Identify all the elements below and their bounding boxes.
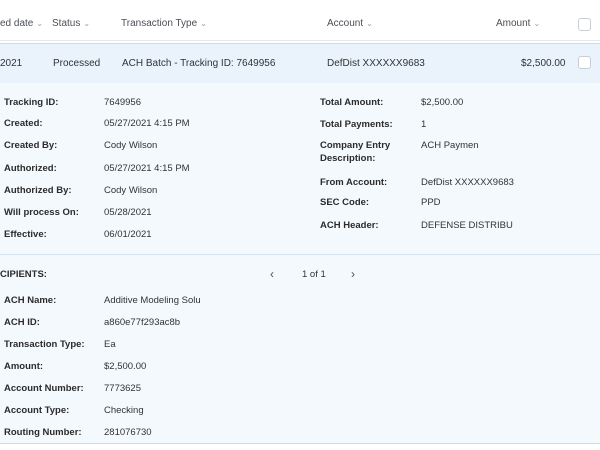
detail-label-will-process-on: Will process On: [4,207,79,218]
column-header-transaction-type[interactable]: Transaction Type ⌄ [121,18,207,29]
detail-label-total-amount: Total Amount: [320,97,384,108]
recipients-title: CIPIENTS: [0,269,47,280]
recipient-value-routing-number: 281076730 [104,427,152,438]
column-header-label: Account [327,18,364,29]
detail-label-tracking-id: Tracking ID: [4,97,59,108]
recipient-value-ach-name: Additive Modeling Solu [104,295,201,306]
detail-label-ach-header: ACH Header: [320,220,379,231]
chevron-down-icon: ⌄ [366,19,373,28]
transaction-view: ed date ⌄ Status ⌄ Transaction Type ⌄ Accou… [0,0,600,450]
next-page-button[interactable]: › [351,267,355,281]
section-divider [0,254,600,255]
detail-value-tracking-id: 7649956 [104,97,141,108]
column-header-label: Status [52,18,81,29]
column-header-label: Transaction Type [121,18,198,29]
detail-label-from-account: From Account: [320,177,388,188]
recipient-value-amount: $2,500.00 [104,361,147,372]
table-row[interactable]: 2021 Processed ACH Batch - Tracking ID: … [0,43,600,84]
detail-label-authorized-by: Authorized By: [4,185,72,196]
detail-value-authorized: 05/27/2021 4:15 PM [104,163,190,174]
recipient-label-amount: Amount: [4,361,44,372]
recipient-label-ach-id: ACH ID: [4,317,40,328]
detail-label-company-entry: Company Entry [320,140,391,151]
detail-value-total-amount: $2,500.00 [421,97,464,108]
detail-value-ach-header: DEFENSE DISTRIBU [421,220,513,231]
select-all-checkbox[interactable] [578,18,591,31]
table-header: ed date ⌄ Status ⌄ Transaction Type ⌄ Accou… [0,8,600,41]
detail-label-sec-code: SEC Code: [320,197,370,208]
row-date: 2021 [0,58,23,69]
recipient-label-transaction-type: Transaction Type: [4,339,85,350]
chevron-down-icon: ⌄ [83,19,91,28]
detail-value-will-process-on: 05/28/2021 [104,207,152,218]
row-amount: $2,500.00 [521,58,566,69]
recipient-label-ach-name: ACH Name: [4,295,57,306]
detail-label-total-payments: Total Payments: [320,119,393,130]
pager-text: 1 of 1 [302,269,326,280]
detail-value-created: 05/27/2021 4:15 PM [104,118,190,129]
row-checkbox[interactable] [578,56,591,69]
chevron-down-icon: ⌄ [533,19,541,28]
recipient-label-account-type: Account Type: [4,405,70,416]
transaction-detail-panel: Tracking ID: 7649956 Created: 05/27/2021… [0,83,600,444]
row-status: Processed [53,58,101,69]
detail-label-created-by: Created By: [4,140,58,151]
detail-value-effective: 06/01/2021 [104,229,152,240]
detail-value-from-account: DefDist XXXXXX9683 [421,177,514,188]
detail-value-created-by: Cody Wilson [104,140,158,151]
detail-value-company-entry-description: ACH Paymen [421,140,479,151]
detail-label-description: Description: [320,153,376,164]
row-transaction-type: ACH Batch - Tracking ID: 7649956 [122,58,276,69]
column-header-date[interactable]: ed date ⌄ [0,18,43,29]
recipient-value-account-number: 7773625 [104,383,141,394]
detail-label-effective: Effective: [4,229,47,240]
detail-value-total-payments: 1 [421,119,427,130]
row-account: DefDist XXXXXX9683 [327,58,425,69]
recipient-label-account-number: Account Number: [4,383,84,394]
column-header-status[interactable]: Status ⌄ [52,18,90,29]
detail-value-sec-code: PPD [421,197,441,208]
column-header-account[interactable]: Account ⌄ [327,18,373,29]
detail-label-created: Created: [4,118,43,129]
recipient-value-transaction-type: Ea [104,339,116,350]
recipient-value-ach-id: a860e77f293ac8b [104,317,181,328]
chevron-down-icon: ⌄ [36,19,44,28]
detail-value-authorized-by: Cody Wilson [104,185,158,196]
recipient-label-routing-number: Routing Number: [4,427,82,438]
column-header-amount[interactable]: Amount ⌄ [496,18,540,29]
column-header-label: ed date [0,18,34,29]
detail-label-authorized: Authorized: [4,163,57,174]
column-header-label: Amount [496,18,531,29]
recipient-value-account-type: Checking [104,405,144,416]
chevron-down-icon: ⌄ [200,19,207,28]
prev-page-button[interactable]: ‹ [270,267,274,281]
